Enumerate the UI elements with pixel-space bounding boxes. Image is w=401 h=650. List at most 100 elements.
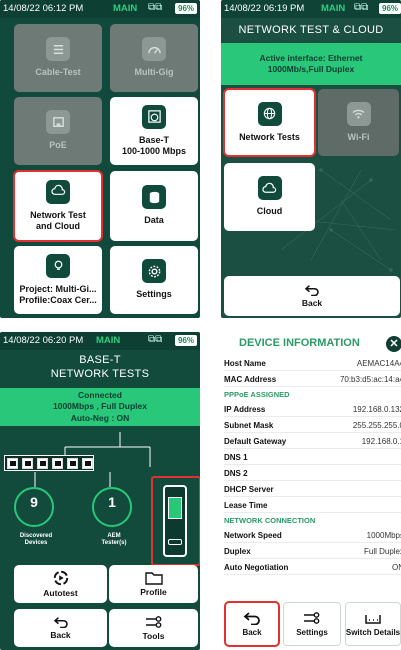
device-information-screen: DEVICE INFORMATION ✕ Host Name AEMAC14A4 … <box>221 332 401 650</box>
tile-cloud[interactable]: Cloud <box>224 163 315 231</box>
tile-label: Multi-Gig <box>134 67 174 78</box>
tile-poe[interactable]: PoE <box>14 97 102 165</box>
battery-level: 96% <box>175 335 198 346</box>
network-test-cloud-screen: 14/08/22 06:19 PM MAIN ⧉⧉ 96% NETWORK TE… <box>221 0 401 318</box>
port-icon <box>52 458 63 469</box>
tile-wifi[interactable]: Wi-Fi <box>318 89 399 156</box>
banner-line: Active interface: Ethernet <box>259 52 363 63</box>
tile-network-test-cloud[interactable]: Network Test and Cloud <box>13 170 103 242</box>
tile-network-tests[interactable]: Network Tests <box>223 88 316 157</box>
aem-testers-counter[interactable]: 1 AEM Tester(s) <box>92 487 132 546</box>
info-key: Default Gateway <box>224 437 287 446</box>
info-value: Full Duplex <box>363 547 401 556</box>
display-icon: ⧉⧉ <box>148 334 163 345</box>
battery-level: 96% <box>175 3 198 14</box>
tile-project-profile[interactable]: Project: Multi-Gi... Profile:Coax Cer... <box>14 246 102 314</box>
page-title: BASE-T NETWORK TESTS <box>0 354 200 382</box>
button-label: Settings <box>296 628 328 637</box>
back-button[interactable]: Back <box>224 601 280 647</box>
tile-data[interactable]: Data <box>110 171 198 241</box>
info-row: Lease Time <box>224 497 401 513</box>
interface-banner: Active interface: Ethernet 1000Mb/s,Full… <box>221 43 401 85</box>
profile-button[interactable]: Profile <box>109 565 198 603</box>
cloud-icon <box>257 176 282 201</box>
switch-details-button[interactable]: Switch Details <box>345 602 401 646</box>
speedometer-icon <box>142 37 166 62</box>
back-button[interactable]: Back <box>14 609 107 647</box>
info-key: Host Name <box>224 359 266 368</box>
tile-label: Settings <box>136 289 172 300</box>
discovered-devices-counter[interactable]: 9 Discovered Devices <box>14 487 54 546</box>
info-value: 1000Mbps <box>366 531 401 540</box>
discovered-label: Discovered Devices <box>19 533 53 546</box>
info-value: 192.168.0.132 <box>352 405 401 414</box>
database-icon <box>142 185 166 210</box>
banner-line: 1000Mbps , Full Duplex <box>53 401 147 412</box>
info-key: Duplex <box>224 547 251 556</box>
status-bar: 14/08/22 06:19 PM MAIN ⧉⧉ 96% <box>221 0 401 18</box>
info-key: MAC Address <box>224 375 277 384</box>
status-time: 14/08/22 06:12 PM <box>3 3 84 14</box>
gauge-window-icon <box>142 104 166 129</box>
status-mode: MAIN <box>113 3 138 14</box>
title-line: NETWORK TESTS <box>50 367 150 380</box>
tester-port <box>168 539 182 545</box>
tile-label: Base-T 100-1000 Mbps <box>121 134 187 156</box>
settings-sliders-icon <box>304 612 320 624</box>
info-value: AEMAC14A4 <box>356 359 401 368</box>
globe-icon <box>257 101 282 126</box>
folder-icon <box>144 571 163 585</box>
tile-base-t[interactable]: Base-T 100-1000 Mbps <box>110 97 198 165</box>
port-icon <box>37 458 48 469</box>
info-key: Auto Negotiation <box>224 563 289 572</box>
close-button[interactable]: ✕ <box>386 336 401 352</box>
info-key: IP Address <box>224 405 266 414</box>
title-line: BASE-T <box>79 354 121 366</box>
tester-screen <box>168 497 182 519</box>
status-time: 14/08/22 06:19 PM <box>224 3 305 14</box>
info-key: DNS 1 <box>224 453 248 462</box>
tile-label: PoE <box>49 140 67 151</box>
tile-label: Data <box>144 215 164 226</box>
info-value: ON <box>392 563 401 572</box>
banner-line: 1000Mb/s,Full Duplex <box>267 64 355 74</box>
wifi-icon <box>346 101 371 126</box>
tile-label: Network Test and Cloud <box>30 209 86 231</box>
button-label: Back <box>242 628 262 637</box>
back-button[interactable]: Back <box>224 276 400 316</box>
tile-label: Project: Multi-Gi... Profile:Coax Cer... <box>19 283 97 305</box>
base-t-network-tests-screen: 14/08/22 06:20 PM MAIN ⧉⧉ 96% BASE-T NET… <box>0 332 200 650</box>
status-bar: 14/08/22 06:20 PM MAIN ⧉⧉ 96% <box>0 332 200 350</box>
cloud-network-icon <box>46 179 70 204</box>
aem-count: 1 <box>108 494 116 510</box>
status-mode: MAIN <box>321 3 346 14</box>
tester-device[interactable] <box>151 476 200 566</box>
device-info-list: Host Name AEMAC14A4 MAC Address 70:b3:d5:a… <box>224 355 401 575</box>
info-row: Subnet Mask 255.255.255.0 <box>224 417 401 433</box>
port-icon <box>7 458 18 469</box>
autotest-button[interactable]: Autotest <box>14 565 107 603</box>
connection-banner: Connected 1000Mbps , Full Duplex Auto-Ne… <box>0 388 200 426</box>
info-key: DNS 2 <box>224 469 248 478</box>
battery-level: 96% <box>379 3 401 14</box>
tile-multi-gig[interactable]: Multi-Gig <box>110 24 198 92</box>
info-row: Host Name AEMAC14A4 <box>224 355 401 371</box>
info-row: DHCP Server <box>224 481 401 497</box>
tools-icon <box>145 615 161 628</box>
gear-icon <box>142 259 166 284</box>
ethernet-port-icon <box>46 110 70 135</box>
settings-button[interactable]: Settings <box>283 602 341 646</box>
banner-line: Auto-Neg : ON <box>70 412 130 423</box>
button-label: Autotest <box>43 587 78 598</box>
tile-cable-test[interactable]: Cable-Test <box>14 24 102 92</box>
info-row: DNS 2 <box>224 465 401 481</box>
port-icon <box>22 458 33 469</box>
back-arrow-icon <box>243 612 260 625</box>
back-label: Back <box>301 297 323 308</box>
tile-settings[interactable]: Settings <box>110 246 198 314</box>
tools-button[interactable]: Tools <box>109 609 198 647</box>
info-row: MAC Address 70:b3:d5:ac:14:a4 <box>224 371 401 387</box>
info-key: Subnet Mask <box>224 421 274 430</box>
back-arrow-icon <box>304 284 319 296</box>
tile-label: Network Tests <box>239 131 300 142</box>
